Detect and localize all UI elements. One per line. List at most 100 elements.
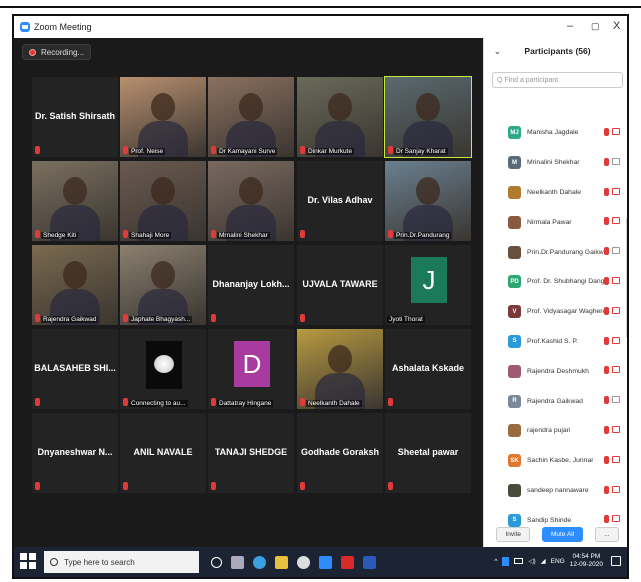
video-tile[interactable]: Dinkar Murkute <box>297 77 383 157</box>
camera-icon <box>612 247 620 255</box>
volume-icon[interactable]: ◁) <box>528 557 535 565</box>
muted-mic-icon <box>123 482 128 490</box>
video-tile[interactable]: Shedge Kiti <box>32 161 118 241</box>
video-tile[interactable]: D Dattatray Hingane <box>208 329 294 409</box>
participant-name: UJVALA TAWARE <box>302 279 378 289</box>
video-tile[interactable]: Dr Kamayani Surve <box>208 77 294 157</box>
cortana-icon[interactable] <box>211 556 222 568</box>
video-tile[interactable]: Ashalata Kskade <box>385 329 471 409</box>
participant-name: Sheetal pawar <box>397 447 459 457</box>
edge-icon[interactable] <box>253 555 266 569</box>
chevron-down-icon[interactable]: ⌄ <box>494 47 501 56</box>
participant-name: Dhananjay Lokh... <box>212 279 290 289</box>
task-view-icon[interactable] <box>231 555 244 569</box>
participant-row[interactable]: MJ Manisha Jagdale <box>484 118 624 148</box>
chevron-up-icon[interactable]: ^ <box>494 558 497 565</box>
video-tile[interactable]: Prof. Neise <box>120 77 206 157</box>
participant-label: Dr Sanjay Kharat <box>394 148 448 155</box>
participant-avatar: M <box>508 156 521 170</box>
video-tile[interactable]: Sheetal pawar <box>385 413 471 493</box>
minimize-button[interactable]: – <box>567 20 573 32</box>
participant-row[interactable]: Neelkanth Dahale <box>484 178 624 208</box>
video-tile[interactable]: Dhananjay Lokh... <box>208 245 294 325</box>
participant-name: ANIL NAVALE <box>133 447 193 457</box>
participant-label: Jyoti Thorat <box>387 316 425 323</box>
video-tile[interactable]: Dr. Vilas Adhav <box>297 161 383 241</box>
participant-label: Connecting to au... <box>129 400 188 407</box>
recording-indicator[interactable]: Recording... <box>22 44 92 60</box>
camera-icon <box>612 425 620 433</box>
participant-name: Manisha Jagdale <box>527 129 579 137</box>
network-icon[interactable]: ◢ <box>541 557 546 565</box>
mute-all-button[interactable]: Mute All <box>542 526 584 542</box>
video-tile[interactable]: BALASAHEB SHI... <box>32 329 118 409</box>
video-tile[interactable]: Mrnalini Shekhar <box>208 161 294 241</box>
invite-button[interactable]: Invite <box>496 526 530 542</box>
video-tile[interactable]: UJVALA TAWARE <box>297 245 383 325</box>
participant-row[interactable]: Prin.Dr.Pandurang Gaikwad <box>484 237 624 267</box>
participant-row[interactable]: rajendra pujari <box>484 416 624 446</box>
people-icon[interactable] <box>502 556 510 566</box>
participant-video <box>385 77 471 157</box>
close-button[interactable]: X <box>613 20 620 32</box>
participant-row[interactable]: S Prof.Kashid S. P. <box>484 327 624 357</box>
video-tile[interactable]: Godhade Goraksh <box>297 413 383 493</box>
participant-name: Dr. Vilas Adhav <box>307 195 373 205</box>
video-tile[interactable]: Dr. Satish Shirsath <box>32 77 118 157</box>
participant-avatar: MJ <box>508 126 521 140</box>
language-indicator[interactable]: ENG <box>551 558 565 565</box>
maximize-button[interactable]: ▢ <box>591 21 600 32</box>
muted-mic-icon <box>388 398 393 406</box>
participant-row[interactable]: V Prof. Vidyasagar Waghere <box>484 297 624 327</box>
participant-label: Shahaji More <box>129 232 172 239</box>
participant-row[interactable]: SK Sachin Kasbe, Junnar <box>484 446 624 476</box>
video-tile[interactable]: Dnyaneshwar N... <box>32 413 118 493</box>
video-tile[interactable]: Shahaji More <box>120 161 206 241</box>
settings-icon[interactable] <box>297 555 310 569</box>
participant-row[interactable]: M Mrinalini Shekhar <box>484 148 624 178</box>
participant-label: Mrnalini Shekhar <box>217 232 270 239</box>
file-explorer-icon[interactable] <box>275 555 288 569</box>
windows-start-icon[interactable] <box>20 553 38 571</box>
video-tile[interactable]: Dr Sanjay Kharat <box>384 76 472 158</box>
video-tile[interactable]: Prin.Dr.Pandurang <box>385 161 471 241</box>
clock[interactable]: 04:54 PM 12-09-2020 <box>570 553 603 569</box>
video-tile[interactable]: TANAJI SHEDGE <box>208 413 294 493</box>
participant-status <box>604 366 620 375</box>
participant-label: Japhate Bhagyash... <box>129 316 193 323</box>
battery-icon[interactable] <box>514 558 524 564</box>
participant-row[interactable]: PD Prof. Dr. Shubhangi Dangat <box>484 267 624 297</box>
participant-video <box>208 161 294 241</box>
video-tile[interactable]: Rajendra Gaikwad <box>32 245 118 325</box>
muted-mic-icon <box>604 187 609 196</box>
participant-label: Dr Kamayani Surve <box>217 148 278 155</box>
video-tile[interactable]: Japhate Bhagyash... <box>120 245 206 325</box>
taskbar-search-input[interactable]: Type here to search <box>44 551 199 573</box>
participant-search-input[interactable]: Q Find a participant <box>492 72 623 88</box>
muted-mic-icon <box>604 157 609 166</box>
participant-video <box>297 329 383 409</box>
video-tile[interactable]: Neelkanth Dahale <box>297 329 383 409</box>
participant-status <box>604 396 620 405</box>
participants-panel: ⌄ Participants (56) Q Find a participant… <box>483 38 627 551</box>
participant-row[interactable]: Nirmala Pawar <box>484 207 624 237</box>
participant-row[interactable]: Rajendra Deshmukh <box>484 356 624 386</box>
video-tile[interactable]: ANIL NAVALE <box>120 413 206 493</box>
word-icon[interactable] <box>363 555 376 569</box>
pdf-reader-icon[interactable] <box>341 555 354 569</box>
zoom-taskbar-icon[interactable] <box>319 555 332 569</box>
video-tile[interactable]: Connecting to au... <box>120 329 206 409</box>
participant-video <box>208 77 294 157</box>
participant-name: Rajendra Deshmukh <box>527 367 589 375</box>
participant-avatar: J <box>411 257 447 303</box>
participant-label: Shedge Kiti <box>41 232 79 239</box>
participant-row[interactable]: sandeep nannaware <box>484 476 624 506</box>
muted-mic-icon <box>604 485 609 494</box>
participant-row[interactable]: R Rajendra Gaikwad <box>484 386 624 416</box>
notification-icon[interactable] <box>611 556 621 566</box>
participant-scrollbar[interactable] <box>626 218 627 338</box>
participant-status <box>604 336 620 345</box>
more-button[interactable]: ... <box>595 526 619 542</box>
video-tile[interactable]: J Jyoti Thorat <box>385 245 471 325</box>
participant-avatar: S <box>508 334 521 348</box>
